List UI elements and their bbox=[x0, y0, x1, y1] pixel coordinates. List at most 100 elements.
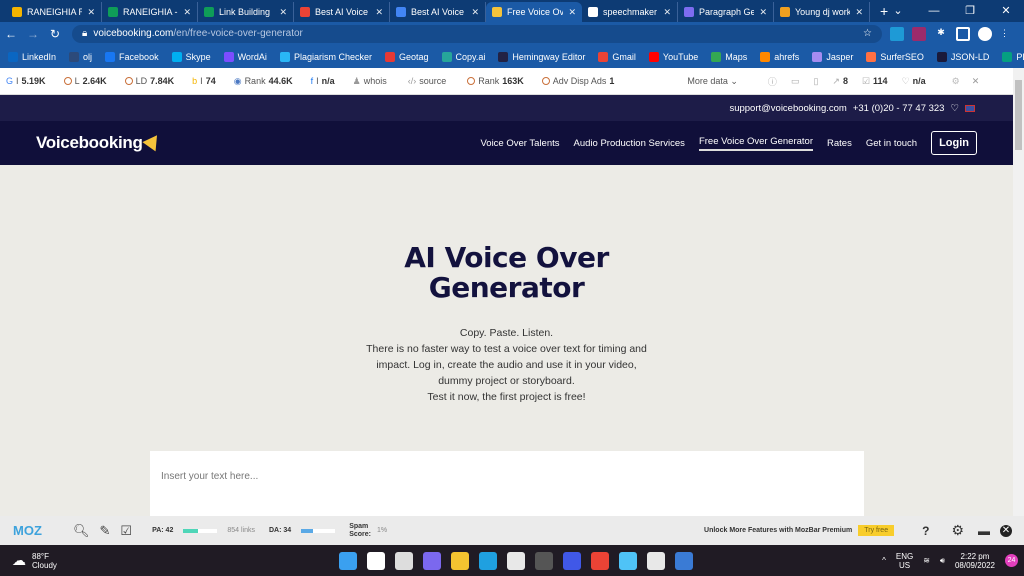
tab-close-icon[interactable]: ✕ bbox=[279, 7, 287, 18]
density-icon[interactable]: ▯ bbox=[813, 76, 818, 87]
tab-close-icon[interactable]: ✕ bbox=[663, 7, 671, 18]
bookmark-item[interactable]: Gmail bbox=[598, 51, 636, 62]
back-button[interactable]: ← bbox=[0, 27, 22, 41]
seo-metric[interactable]: LD 7.84K bbox=[124, 76, 174, 86]
moz-extension-icon[interactable] bbox=[890, 26, 904, 41]
diagnosis-icon[interactable]: ▭ bbox=[791, 76, 800, 87]
wifi-icon[interactable]: ≋ bbox=[923, 556, 930, 565]
highlighter-pencil-icon[interactable]: ✎ bbox=[100, 523, 111, 539]
chevron-up-icon[interactable]: ^ bbox=[882, 556, 886, 565]
seo-metric[interactable]: ♟ whois bbox=[353, 76, 390, 87]
close-window-button[interactable]: ✕ bbox=[988, 0, 1024, 22]
seo-metric[interactable]: Adv Disp Ads 1 bbox=[541, 76, 614, 86]
close-mozbar-icon[interactable]: ✕ bbox=[1000, 524, 1012, 537]
bookmark-item[interactable]: WordAi bbox=[223, 51, 267, 62]
browser-tab[interactable]: Young dj work ✕ bbox=[774, 2, 870, 22]
tab-close-icon[interactable]: ✕ bbox=[471, 7, 479, 18]
bookmark-item[interactable]: Jasper bbox=[812, 51, 853, 62]
clock[interactable]: 2:22 pm 08/09/2022 bbox=[955, 552, 995, 570]
taskbar-app-icon[interactable] bbox=[395, 551, 413, 570]
notification-badge[interactable]: 24 bbox=[1005, 554, 1018, 567]
taskbar-app-icon[interactable] bbox=[479, 551, 497, 570]
seo-metric[interactable]: ◉ Rank 44.6K bbox=[234, 76, 293, 87]
browser-tab[interactable]: Best AI Voice ✕ bbox=[294, 2, 390, 22]
browser-tab[interactable]: Free Voice Ove ✕ bbox=[486, 2, 582, 22]
taskbar-app-icon[interactable] bbox=[367, 551, 385, 570]
bookmark-item[interactable]: Skype bbox=[171, 51, 211, 62]
bookmark-item[interactable]: LinkedIn bbox=[8, 51, 56, 62]
try-free-button[interactable]: Try free bbox=[858, 525, 895, 536]
tab-search-icon[interactable]: ⌄ bbox=[880, 0, 916, 22]
tab-close-icon[interactable]: ✕ bbox=[375, 7, 383, 18]
tab-close-icon[interactable]: ✕ bbox=[183, 7, 191, 18]
seo-metric[interactable]: G I 5.19K bbox=[6, 76, 46, 86]
taskbar-app-icon[interactable] bbox=[535, 551, 553, 570]
browser-tab[interactable]: RANEIGHIA - I ✕ bbox=[102, 2, 198, 22]
browser-tab[interactable]: speechmaker ✕ bbox=[582, 2, 678, 22]
seo-metric[interactable]: b I 74 bbox=[192, 76, 216, 86]
puzzle-extensions-icon[interactable]: ✱ bbox=[934, 27, 948, 41]
login-button[interactable]: Login bbox=[931, 131, 977, 155]
voice-text-input[interactable]: Insert your text here... bbox=[150, 451, 864, 516]
seo-metric[interactable]: L 2.64K bbox=[63, 76, 107, 86]
bookmark-item[interactable]: YouTube bbox=[648, 51, 698, 62]
bookmark-item[interactable]: PEXELS bbox=[1002, 51, 1024, 62]
menu-kebab-icon[interactable]: ⋮ bbox=[1000, 28, 1009, 39]
bookmark-item[interactable]: Maps bbox=[711, 51, 747, 62]
minimize-button[interactable]: — bbox=[916, 0, 952, 22]
bookmark-item[interactable]: SurferSEO bbox=[866, 51, 924, 62]
forward-button[interactable]: → bbox=[22, 27, 44, 41]
keyword-checklist-icon[interactable]: ☑ bbox=[120, 523, 132, 539]
moz-logo[interactable]: MOZ bbox=[13, 523, 73, 538]
taskbar-app-icon[interactable] bbox=[563, 551, 581, 570]
support-email-link[interactable]: support@voicebooking.com bbox=[729, 103, 846, 114]
taskbar-app-icon[interactable] bbox=[591, 551, 609, 570]
taskbar-app-icon[interactable] bbox=[675, 551, 693, 570]
phone-link[interactable]: +31 (0)20 - 77 47 323 bbox=[853, 103, 945, 114]
settings-gear-icon[interactable]: ⚙ bbox=[951, 522, 964, 539]
nav-free-generator[interactable]: Free Voice Over Generator bbox=[698, 136, 813, 151]
more-data-dropdown[interactable]: More data ⌄ bbox=[687, 76, 738, 87]
bookmark-item[interactable]: Hemingway Editor bbox=[498, 51, 585, 62]
reload-button[interactable]: ↻ bbox=[44, 27, 66, 41]
scrollbar[interactable] bbox=[1013, 68, 1024, 516]
seo-close-icon[interactable]: ✕ bbox=[972, 76, 980, 87]
volume-icon[interactable]: 🔊︎ bbox=[940, 556, 945, 566]
taskbar-app-icon[interactable] bbox=[423, 551, 441, 570]
bookmark-item[interactable]: ahrefs bbox=[760, 51, 799, 62]
seo-metric[interactable]: ‹/› source bbox=[408, 76, 450, 86]
nav-get-in-touch[interactable]: Get in touch bbox=[866, 138, 917, 149]
side-panel-icon[interactable] bbox=[956, 26, 970, 41]
seo-metric[interactable]: Rank 163K bbox=[467, 76, 524, 86]
extension-icon[interactable] bbox=[912, 26, 926, 41]
weather-widget[interactable]: ☁ 88°F Cloudy bbox=[12, 552, 312, 570]
bookmark-star-icon[interactable]: ☆ bbox=[863, 28, 872, 39]
seo-metric[interactable]: f In/a bbox=[311, 76, 335, 86]
tab-close-icon[interactable]: ✕ bbox=[759, 7, 767, 18]
browser-tab[interactable]: Paragraph Ge ✕ bbox=[678, 2, 774, 22]
browser-tab[interactable]: RANEIGHIA R ✕ bbox=[6, 2, 102, 22]
seo-settings-icon[interactable]: ⚙ bbox=[952, 76, 960, 87]
voicebooking-logo[interactable]: Voicebooking bbox=[36, 130, 164, 153]
profile-avatar[interactable] bbox=[978, 26, 992, 41]
nav-rates[interactable]: Rates bbox=[827, 138, 852, 149]
heart-icon[interactable]: ♡ n/a bbox=[902, 76, 926, 87]
tab-close-icon[interactable]: ✕ bbox=[87, 7, 95, 18]
collapse-bar-icon[interactable]: ▬ bbox=[978, 524, 990, 538]
external-links-icon[interactable]: ↗ 8 bbox=[832, 76, 848, 87]
tab-close-icon[interactable]: ✕ bbox=[568, 7, 576, 18]
bookmark-item[interactable]: Copy.ai bbox=[441, 51, 485, 62]
bookmark-item[interactable]: olj bbox=[69, 51, 92, 62]
indexed-icon[interactable]: ☑ 114 bbox=[862, 76, 888, 87]
taskbar-app-icon[interactable] bbox=[451, 551, 469, 570]
bookmark-item[interactable]: Plagiarism Checker bbox=[279, 51, 372, 62]
help-button[interactable]: ? bbox=[922, 524, 929, 538]
taskbar-app-icon[interactable] bbox=[339, 551, 357, 570]
browser-tab[interactable]: Link Building ✕ bbox=[198, 2, 294, 22]
uk-flag-icon[interactable] bbox=[965, 104, 975, 112]
info-icon[interactable]: ⓘ bbox=[768, 75, 777, 88]
page-analysis-icon[interactable]: 🔍︎ bbox=[73, 523, 90, 539]
tab-close-icon[interactable]: ✕ bbox=[855, 7, 863, 18]
heart-icon[interactable]: ♡ bbox=[950, 103, 959, 114]
maximize-button[interactable]: ❐ bbox=[952, 0, 988, 22]
